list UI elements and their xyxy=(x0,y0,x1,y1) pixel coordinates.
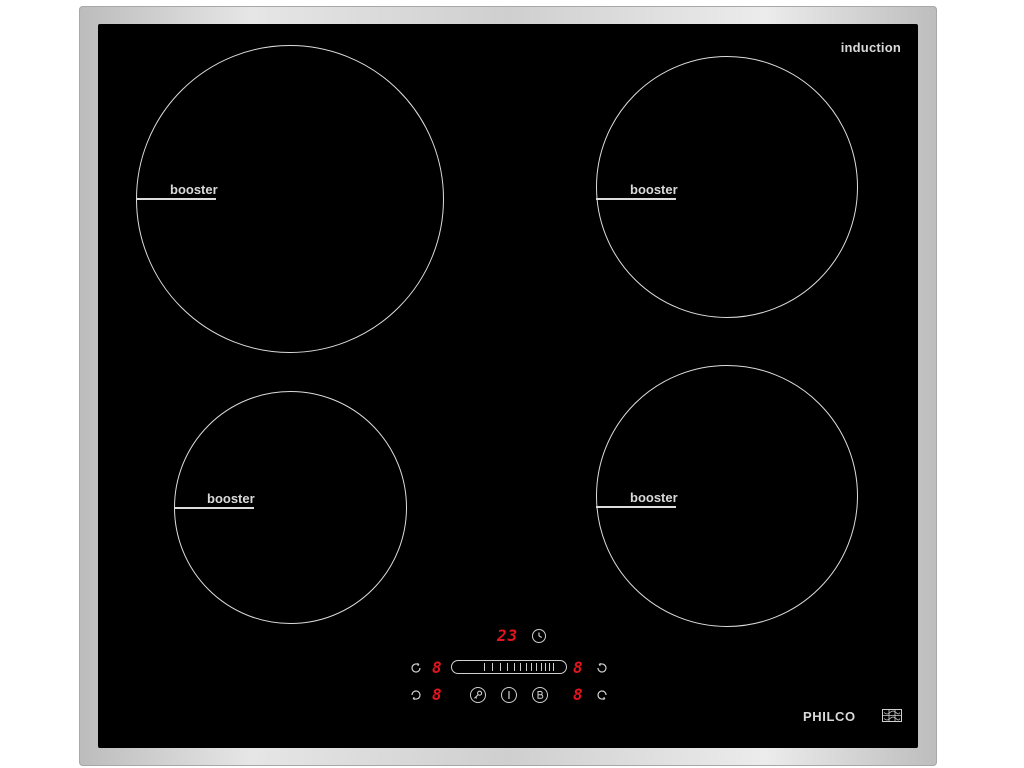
slider-tick xyxy=(507,663,509,671)
booster-label-front-right: booster xyxy=(630,490,678,505)
clock-icon[interactable] xyxy=(532,629,546,643)
slider-tick xyxy=(541,663,543,671)
power-slider[interactable] xyxy=(451,660,567,674)
booster-label-small-left: booster xyxy=(207,491,255,506)
slider-tick xyxy=(553,663,555,671)
zone-select-left-bottom-icon[interactable] xyxy=(409,688,423,702)
philco-brand-text: PHILCO xyxy=(803,709,856,724)
booster-line-front-right xyxy=(596,506,676,508)
power-level-left-bottom: 8 xyxy=(432,685,443,704)
booster-line-small-left xyxy=(174,507,254,509)
slider-tick xyxy=(492,663,494,671)
power-icon[interactable] xyxy=(501,687,517,703)
boost-b-icon[interactable] xyxy=(532,687,548,703)
slider-tick xyxy=(545,663,547,671)
slider-tick xyxy=(531,663,533,671)
power-level-left-top: 8 xyxy=(432,658,443,677)
slider-tick xyxy=(536,663,538,671)
philco-logo-icon xyxy=(882,709,902,722)
induction-label: induction xyxy=(840,40,901,55)
booster-line-large-left xyxy=(136,198,216,200)
slider-tick xyxy=(520,663,522,671)
zone-select-right-top-icon[interactable] xyxy=(595,661,609,675)
power-level-right-top: 8 xyxy=(573,658,584,677)
slider-tick xyxy=(549,663,551,671)
booster-label-rear-right: booster xyxy=(630,182,678,197)
slider-tick xyxy=(514,663,516,671)
zone-select-left-top-icon[interactable] xyxy=(409,661,423,675)
zone-select-right-bottom-icon[interactable] xyxy=(595,688,609,702)
key-icon[interactable] xyxy=(470,687,486,703)
booster-line-rear-right xyxy=(596,198,676,200)
slider-tick xyxy=(484,663,486,671)
timer-display: 23 xyxy=(497,626,519,645)
slider-tick xyxy=(526,663,528,671)
power-level-right-bottom: 8 xyxy=(573,685,584,704)
booster-label-large-left: booster xyxy=(170,182,218,197)
ceramic-glass-panel: induction booster booster booster booste… xyxy=(98,24,918,748)
slider-tick xyxy=(500,663,502,671)
